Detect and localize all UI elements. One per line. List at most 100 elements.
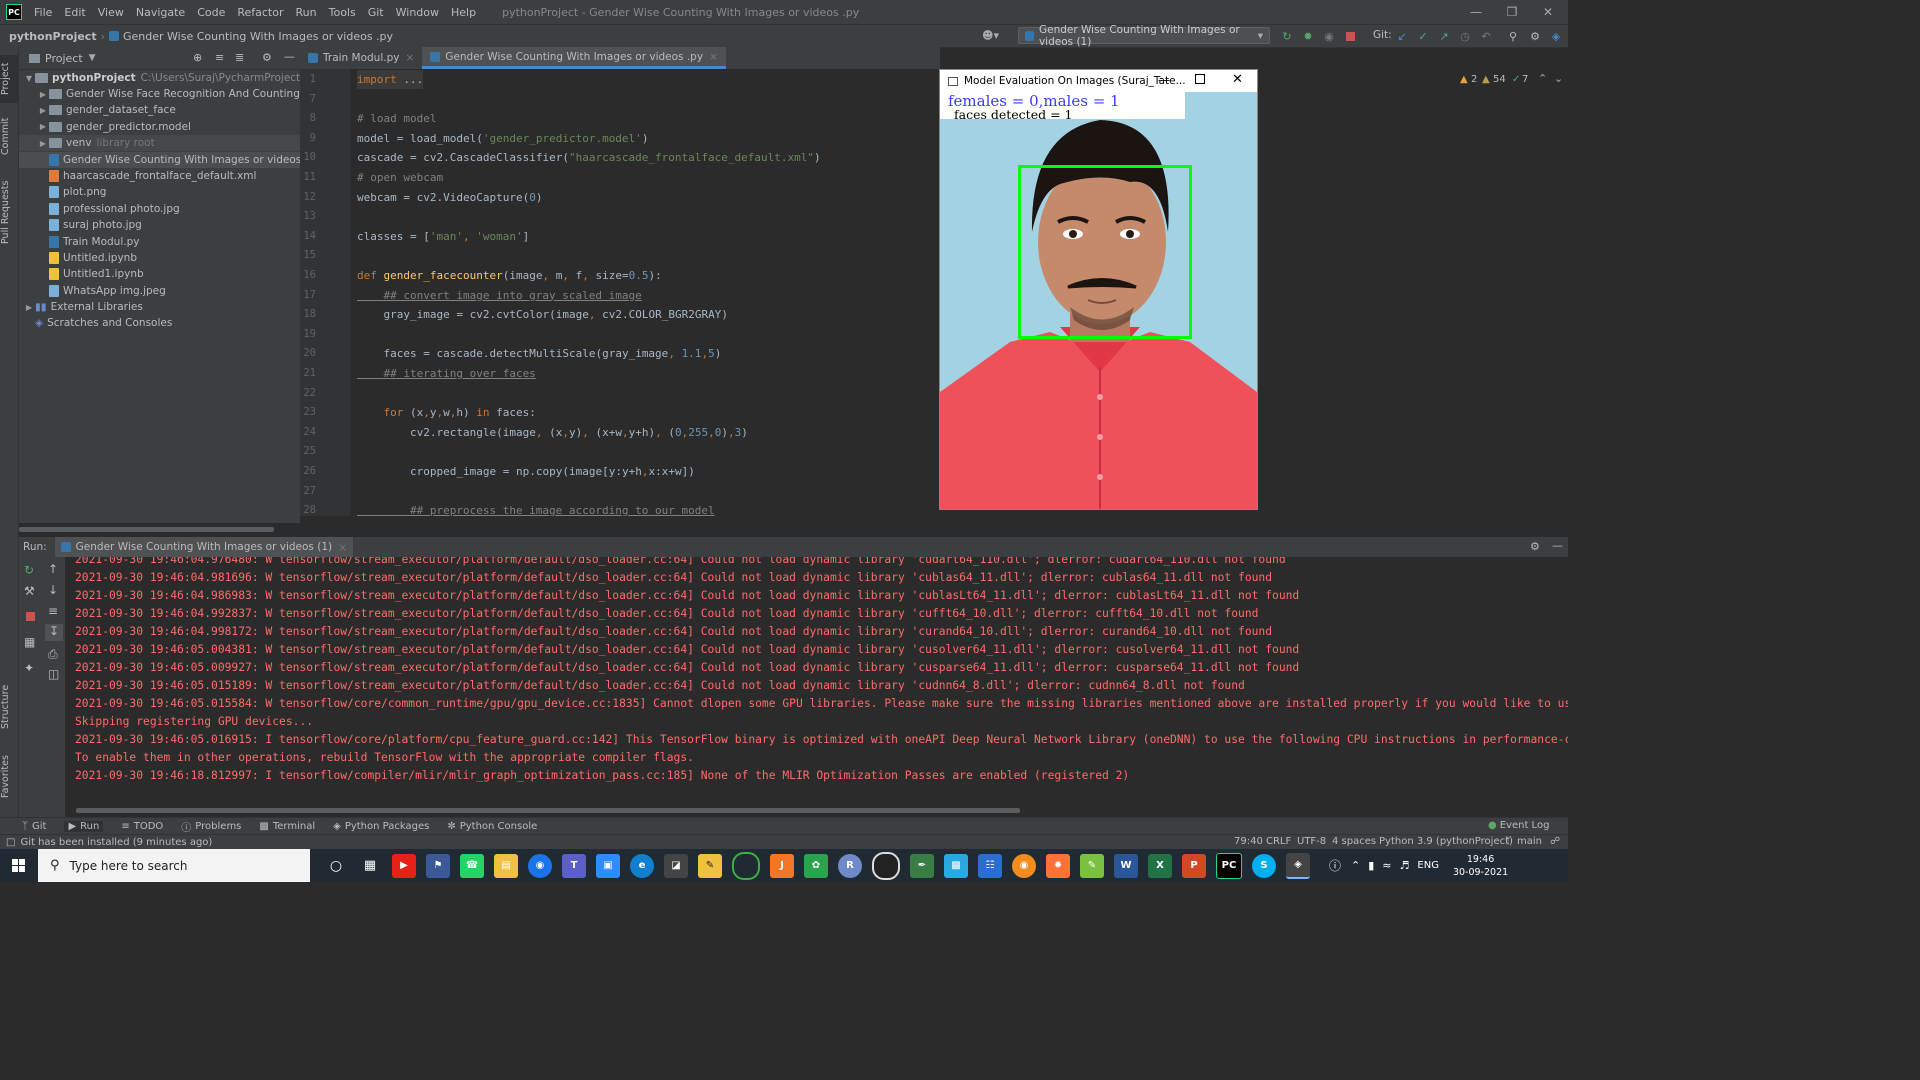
stop-icon[interactable]: [26, 612, 35, 621]
chrome-icon[interactable]: ◉: [528, 853, 552, 878]
network-app-icon[interactable]: ☷: [978, 853, 1002, 878]
bottom-tab-python-console[interactable]: ✼ Python Console: [447, 821, 537, 832]
pen-app-icon[interactable]: ✒: [910, 853, 934, 878]
jupyter-icon[interactable]: J: [770, 853, 794, 878]
chevron-right-icon[interactable]: ▶: [37, 122, 49, 131]
scroll-to-end-icon[interactable]: ↧: [45, 624, 63, 641]
tree-item[interactable]: Untitled1.ipynb: [19, 266, 300, 282]
stop-icon[interactable]: [1343, 29, 1357, 43]
teams-icon[interactable]: T: [562, 853, 586, 878]
console-scrollbar[interactable]: [76, 808, 1020, 813]
code-line[interactable]: faces = cascade.detectMultiScale(gray_im…: [357, 344, 722, 363]
battery-icon[interactable]: ▮: [1368, 859, 1374, 872]
chevron-down-icon[interactable]: ⌄: [1554, 72, 1563, 85]
tree-item[interactable]: WhatsApp img.jpeg: [19, 283, 300, 299]
tree-item[interactable]: ▶ gender_predictor.model: [19, 119, 300, 135]
minimize-icon[interactable]: —: [1456, 0, 1496, 24]
tree-item[interactable]: ▶ venv library root: [19, 135, 300, 152]
gear-icon[interactable]: ⚙: [1530, 540, 1540, 553]
tree-item[interactable]: haarcascade_frontalface_default.xml: [19, 168, 300, 184]
help-icon[interactable]: ⓘ: [1329, 857, 1341, 874]
minimize-icon[interactable]: —: [1158, 73, 1170, 87]
code-line[interactable]: # load model: [357, 109, 436, 128]
python-idle-icon[interactable]: ◈: [1286, 852, 1310, 879]
close-tab-icon[interactable]: ×: [338, 541, 347, 554]
flag-app-icon[interactable]: ⚑: [426, 853, 450, 878]
close-tab-icon[interactable]: ×: [709, 51, 718, 63]
soft-wrap-icon[interactable]: ≡: [48, 604, 58, 618]
pin-icon[interactable]: ✦: [24, 661, 34, 675]
notepad-icon[interactable]: ✎: [1080, 853, 1104, 878]
tool-tab-commit[interactable]: Commit: [0, 113, 18, 159]
locate-icon[interactable]: ⊕: [193, 51, 202, 64]
horizontal-scrollbar[interactable]: [19, 527, 274, 532]
chevron-right-icon[interactable]: ▶: [37, 106, 49, 115]
line-separator[interactable]: CRLF: [1266, 836, 1291, 847]
run-tab[interactable]: Gender Wise Counting With Images or vide…: [54, 537, 354, 557]
git-update-icon[interactable]: ↙: [1395, 29, 1409, 43]
close-tab-icon[interactable]: ×: [405, 52, 414, 64]
code-line[interactable]: for (x,y,w,h) in faces:: [357, 403, 536, 422]
code-line[interactable]: # open webcam: [357, 168, 443, 187]
layout-icon[interactable]: ▦: [24, 635, 35, 649]
menu-code[interactable]: Code: [191, 6, 231, 19]
chevron-right-icon[interactable]: ▶: [37, 90, 49, 99]
python-interpreter[interactable]: Python 3.9 (pythonProject): [1379, 836, 1513, 847]
bottom-tab-todo[interactable]: ≡ TODO: [121, 821, 163, 832]
language-indicator[interactable]: ENG: [1417, 860, 1439, 871]
code-line[interactable]: gray_image = cv2.cvtColor(image, cv2.COL…: [357, 305, 728, 324]
tree-root-project[interactable]: ▼ pythonProject C:\Users\Suraj\PycharmPr…: [19, 70, 352, 86]
close-icon[interactable]: ✕: [1232, 72, 1243, 87]
tool-tab-structure[interactable]: Structure: [0, 677, 18, 737]
chevron-up-icon[interactable]: ⌃: [1351, 859, 1360, 872]
tool-tab-pull-requests[interactable]: Pull Requests: [0, 172, 18, 252]
menu-window[interactable]: Window: [390, 6, 445, 19]
lock-icon[interactable]: ☍: [1550, 836, 1560, 847]
ok-icon[interactable]: ✓: [1512, 74, 1520, 85]
menu-file[interactable]: File: [28, 6, 58, 19]
store-icon[interactable]: ◪: [664, 853, 688, 878]
menu-tools[interactable]: Tools: [323, 6, 362, 19]
arrow-down-icon[interactable]: ↓: [48, 583, 58, 597]
user-icon[interactable]: ☻▾: [982, 29, 999, 42]
menu-git[interactable]: Git: [362, 6, 390, 19]
collapse-all-icon[interactable]: ≣: [235, 51, 244, 64]
maximize-icon[interactable]: [1195, 74, 1205, 84]
menu-view[interactable]: View: [92, 6, 130, 19]
code-line[interactable]: cv2.rectangle(image, (x,y), (x+w,y+h), (…: [357, 423, 748, 442]
history-icon[interactable]: ◷: [1458, 29, 1472, 43]
taskbar-search[interactable]: ⚲ Type here to search: [38, 849, 310, 882]
git-branch[interactable]: main: [1517, 836, 1542, 847]
bottom-tab-python-packages[interactable]: ◈ Python Packages: [333, 821, 429, 832]
tree-item[interactable]: ▶ gender_dataset_face: [19, 102, 300, 118]
debug-icon[interactable]: ✹: [1301, 29, 1315, 43]
menu-run[interactable]: Run: [290, 6, 323, 19]
tree-item[interactable]: ▶ Gender Wise Face Recognition And Counti…: [19, 86, 300, 102]
coverage-icon[interactable]: ◉: [1322, 29, 1336, 43]
word-icon[interactable]: W: [1114, 853, 1138, 878]
code-line[interactable]: cropped_image = np.copy(image[y:y+h,x:x+…: [357, 462, 695, 481]
settings-icon[interactable]: ⚙: [1528, 29, 1542, 43]
excel-icon[interactable]: X: [1148, 853, 1172, 878]
pycharm-taskbar-icon[interactable]: PC: [1216, 852, 1242, 879]
print-icon[interactable]: ⎙: [48, 647, 58, 662]
hide-panel-icon[interactable]: —: [284, 50, 295, 63]
edge-icon[interactable]: e: [630, 853, 654, 878]
orange-app-icon[interactable]: ◉: [1012, 853, 1036, 878]
code-line[interactable]: def gender_facecounter(image, m, f, size…: [357, 266, 662, 285]
tree-item[interactable]: suraj photo.jpg: [19, 217, 300, 233]
search-icon[interactable]: ⚲: [1506, 29, 1520, 43]
menu-refactor[interactable]: Refactor: [231, 6, 289, 19]
chevron-up-icon[interactable]: ⌃: [1538, 72, 1547, 85]
code-line[interactable]: model = load_model('gender_predictor.mod…: [357, 129, 648, 148]
code-editor[interactable]: import ... # load model model = load_model…: [350, 69, 940, 516]
sticky-notes-icon[interactable]: ✎: [698, 853, 722, 878]
indent-setting[interactable]: 4 spaces: [1332, 836, 1376, 847]
bottom-tab-git[interactable]: ᛉ Git: [22, 821, 46, 832]
windows-start-icon[interactable]: [0, 849, 38, 882]
task-view-icon[interactable]: ▦: [358, 854, 382, 878]
bottom-tab-terminal[interactable]: ▩ Terminal: [259, 821, 315, 832]
code-line[interactable]: classes = ['man', 'woman']: [357, 227, 529, 246]
wrench-icon[interactable]: ⚒: [24, 584, 35, 598]
status-message[interactable]: Git has been installed (9 minutes ago): [20, 837, 212, 848]
